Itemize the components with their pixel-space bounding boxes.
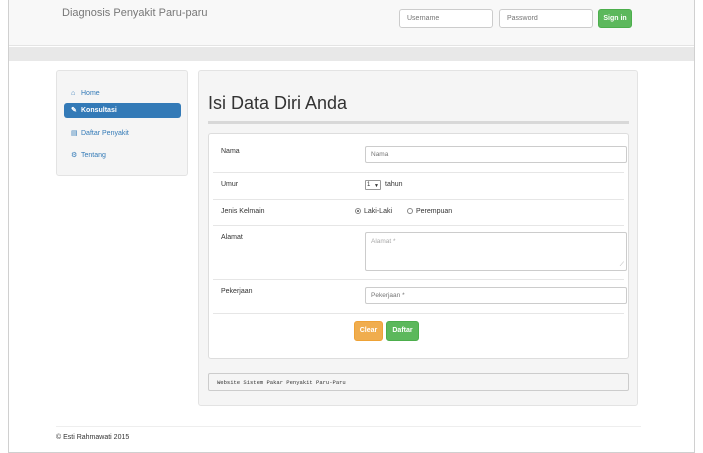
sidebar-item-konsultasi[interactable]: ✎ Konsultasi [64, 103, 181, 118]
radio-label: Perempuan [416, 208, 453, 215]
row-divider [213, 199, 624, 200]
password-input[interactable] [499, 9, 593, 28]
pekerjaan-input[interactable] [365, 287, 627, 304]
site-footer-note: Website Sistem Pakar Penyakit Paru-Paru [208, 373, 629, 391]
sidebar-item-label: Konsultasi [81, 107, 117, 114]
sidebar-item-label: Tentang [81, 152, 106, 159]
page-frame: Diagnosis Penyakit Paru-paru Sign in ⌂ Ho… [8, 0, 695, 453]
jenis-kelamin-label: Jenis Kelmain [221, 208, 265, 215]
radio-unchecked-icon [407, 208, 413, 215]
book-icon: ▤ [71, 130, 78, 137]
alamat-label: Alamat [221, 234, 243, 241]
sidebar-item-tentang[interactable]: ⚙ Tentang [64, 148, 181, 163]
sidebar-item-home[interactable]: ⌂ Home [64, 86, 181, 101]
umur-unit: tahun [385, 181, 403, 188]
title-divider [208, 121, 629, 124]
row-divider [213, 279, 624, 280]
pekerjaan-label: Pekerjaan [221, 288, 253, 295]
footer-divider [56, 426, 641, 427]
brand-title[interactable]: Diagnosis Penyakit Paru-paru [62, 7, 208, 19]
radio-laki-laki[interactable]: Laki-Laki [355, 208, 392, 215]
caret-down-icon: ▼ [374, 183, 379, 189]
sidebar: ⌂ Home ✎ Konsultasi ▤ Daftar Penyakit ⚙ Tent… [56, 70, 188, 176]
alamat-textarea[interactable]: Alamat * ⟋ [365, 232, 627, 271]
nama-input[interactable] [365, 146, 627, 163]
row-divider [213, 172, 624, 173]
pencil-icon: ✎ [71, 107, 77, 114]
cogs-icon: ⚙ [71, 152, 78, 159]
header-band [9, 47, 694, 61]
alamat-placeholder: Alamat * [371, 238, 396, 245]
umur-label: Umur [221, 181, 239, 188]
row-divider [213, 225, 624, 226]
umur-select-value: 1 [367, 182, 371, 188]
username-input[interactable] [399, 9, 493, 28]
sidebar-item-label: Home [81, 90, 100, 97]
radio-label: Laki-Laki [364, 208, 393, 215]
registration-form: Nama Umur 1▼ tahun Jenis Kelmain Laki-La… [208, 133, 629, 359]
home-icon: ⌂ [71, 90, 76, 97]
radio-checked-icon [355, 208, 361, 215]
umur-select[interactable]: 1 ▼ [365, 180, 381, 190]
clear-button[interactable]: Clear [354, 321, 383, 341]
sidebar-item-label: Daftar Penyakit [81, 130, 129, 137]
radio-perempuan[interactable]: Perempuan [407, 208, 452, 215]
sidebar-item-daftar-penyakit[interactable]: ▤ Daftar Penyakit [64, 126, 181, 141]
page-title: Isi Data Diri Anda [208, 93, 348, 113]
navbar: Diagnosis Penyakit Paru-paru Sign in [9, 0, 694, 46]
daftar-button[interactable]: Daftar [386, 321, 419, 341]
signin-button[interactable]: Sign in [598, 9, 632, 28]
row-divider [213, 313, 624, 314]
copyright-text: © Esti Rahmawati 2015 [56, 434, 130, 441]
main-content: Isi Data Diri Anda Nama Umur 1▼ tahun Je… [198, 70, 638, 406]
resize-grip-icon[interactable]: ⟋ [620, 262, 624, 268]
nama-label: Nama [221, 148, 240, 155]
